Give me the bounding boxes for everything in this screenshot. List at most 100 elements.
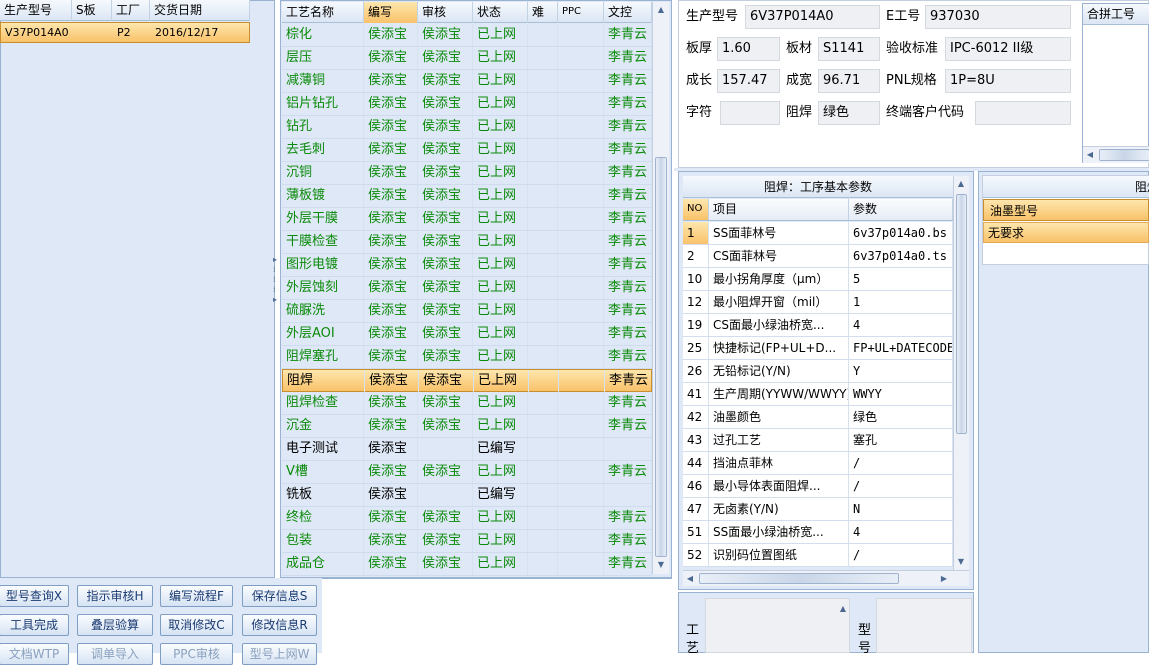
action-button[interactable]: 取消修改C	[160, 614, 233, 636]
length-field[interactable]: 157.47	[717, 69, 780, 93]
process-textarea[interactable]	[705, 598, 850, 653]
action-button[interactable]: 保存信息S	[242, 585, 317, 607]
col-ppc[interactable]: PPC	[558, 2, 604, 23]
col-delivery-date[interactable]: 交货日期	[150, 0, 250, 21]
model-row[interactable]: V37P014A0 P2 2016/12/17	[0, 22, 250, 43]
process-row[interactable]: 硫脲洗 侯添宝 侯添宝 已上网 李青云	[282, 300, 652, 323]
col-s-board[interactable]: S板	[72, 0, 112, 21]
col-process-name[interactable]: 工艺名称	[282, 2, 364, 23]
process-row[interactable]: 减薄铜 侯添宝 侯添宝 已上网 李青云	[282, 70, 652, 93]
col-status[interactable]: 状态	[473, 2, 528, 23]
action-button[interactable]: 文档WTP	[0, 643, 69, 665]
params-vscroll[interactable]: ▲ ▼	[953, 176, 969, 571]
process-row[interactable]: 沉金 侯添宝 侯添宝 已上网 李青云	[282, 415, 652, 438]
param-row[interactable]: 10 最小拐角厚度（μm） 5	[683, 268, 953, 291]
model-textarea[interactable]	[876, 598, 972, 653]
action-button[interactable]: 编写流程F	[160, 585, 233, 607]
process-row[interactable]: 铝片钻孔 侯添宝 侯添宝 已上网 李青云	[282, 93, 652, 116]
combined-hscroll[interactable]: ◀	[1083, 146, 1149, 163]
process-row[interactable]: 干膜检查 侯添宝 侯添宝 已上网 李青云	[282, 231, 652, 254]
params-vscroll-thumb[interactable]	[956, 194, 967, 434]
action-button[interactable]: 型号上网W	[242, 643, 317, 665]
param-row[interactable]: 43 过孔工艺 塞孔	[683, 429, 953, 452]
process-row[interactable]: 终检 侯添宝 侯添宝 已上网 李青云	[282, 507, 652, 530]
col-writer[interactable]: 编写	[364, 2, 418, 23]
param-row[interactable]: 2 CS面菲林号 6v37p014a0.ts	[683, 245, 953, 268]
scroll-up-icon[interactable]: ▲	[954, 179, 968, 188]
param-row[interactable]: 1 SS面菲林号 6v37p014a0.bs	[683, 222, 953, 245]
splitter-handle[interactable]: ▸ ⁞ ⁞ ⁞ ▸	[273, 255, 279, 325]
thickness-field[interactable]: 1.60	[717, 37, 780, 61]
process-row[interactable]: 钻孔 侯添宝 侯添宝 已上网 李青云	[282, 116, 652, 139]
param-row[interactable]: 52 识别码位置图纸 /	[683, 544, 953, 567]
scroll-up-icon[interactable]: ▲	[654, 5, 668, 14]
col-value[interactable]: 参数	[849, 199, 953, 220]
action-button[interactable]: 修改信息R	[242, 614, 317, 636]
param-row[interactable]: 12 最小阻焊开窗（mil） 1	[683, 291, 953, 314]
col-difficulty[interactable]: 难	[528, 2, 558, 23]
param-row[interactable]: 26 无铅标记(Y/N) Y	[683, 360, 953, 383]
params-hscroll[interactable]: ◀ ▶	[683, 570, 969, 586]
width-field[interactable]: 96.71	[818, 69, 880, 93]
action-button[interactable]: 叠层验算	[77, 614, 153, 636]
process-row[interactable]: 阻焊 侯添宝 侯添宝 已上网 李青云	[282, 369, 653, 392]
ink-type-row[interactable]: 无要求	[983, 222, 1149, 243]
process-row[interactable]: 图形电镀 侯添宝 侯添宝 已上网 李青云	[282, 254, 652, 277]
char-field[interactable]	[720, 101, 780, 125]
param-row[interactable]: 25 快捷标记(FP+UL+D... FP+UL+DATECODE	[683, 337, 953, 360]
col-reviewer[interactable]: 审核	[418, 2, 473, 23]
action-button[interactable]: 调单导入	[77, 643, 153, 665]
param-row[interactable]: 41 生产周期(YYWW/WWYY) WWYY	[683, 383, 953, 406]
pnl-field[interactable]: 1P=8U	[945, 69, 1071, 93]
process-row[interactable]: 层压 侯添宝 侯添宝 已上网 李青云	[282, 47, 652, 70]
process-row[interactable]: 沉铜 侯添宝 侯添宝 已上网 李青云	[282, 162, 652, 185]
param-row[interactable]: 44 挡油点菲林 /	[683, 452, 953, 475]
process-row[interactable]: V槽 侯添宝 侯添宝 已上网 李青云	[282, 461, 652, 484]
ink-type-header[interactable]: 油墨型号	[983, 199, 1149, 221]
scroll-right-icon[interactable]: ▶	[937, 574, 951, 583]
col-production-model[interactable]: 生产型号	[0, 0, 72, 21]
process-row[interactable]: 薄板镀 侯添宝 侯添宝 已上网 李青云	[282, 185, 652, 208]
scroll-left-icon[interactable]: ◀	[1083, 150, 1097, 159]
col-no[interactable]: NO	[683, 199, 709, 220]
scroll-up-icon[interactable]: ▲	[836, 604, 850, 613]
scroll-down-icon[interactable]: ▼	[654, 560, 668, 569]
prod-model-field[interactable]: 6V37P014A0	[745, 5, 880, 29]
process-row[interactable]: 去毛刺 侯添宝 侯添宝 已上网 李青云	[282, 139, 652, 162]
process-row[interactable]: 包装 侯添宝 侯添宝 已上网 李青云	[282, 530, 652, 553]
param-row[interactable]: 51 SS面最小绿油桥宽... 4	[683, 521, 953, 544]
process-row[interactable]: 外层AOI 侯添宝 侯添宝 已上网 李青云	[282, 323, 652, 346]
process-row[interactable]: 阻焊检查 侯添宝 侯添宝 已上网 李青云	[282, 392, 652, 415]
end-customer-field[interactable]	[975, 101, 1071, 125]
process-row[interactable]: 外层蚀刻 侯添宝 侯添宝 已上网 李青云	[282, 277, 652, 300]
param-row[interactable]: 47 无卤素(Y/N) N	[683, 498, 953, 521]
action-button[interactable]: 型号查询X	[0, 585, 69, 607]
process-row[interactable]: 铣板 侯添宝 已编写	[282, 484, 652, 507]
scroll-thumb[interactable]	[655, 157, 667, 557]
standard-field[interactable]: IPC-6012 II级	[945, 37, 1071, 61]
e-no-field[interactable]: 937030	[925, 5, 1071, 29]
process-grid-scrollbar[interactable]: ▲ ▼	[652, 2, 669, 574]
param-row[interactable]: 42 油墨颜色 绿色	[683, 406, 953, 429]
action-button[interactable]: 指示审核H	[77, 585, 153, 607]
scroll-left-icon[interactable]: ◀	[683, 574, 697, 583]
process-row[interactable]: 外层干膜 侯添宝 侯添宝 已上网 李青云	[282, 208, 652, 231]
process-row[interactable]: 阻焊塞孔 侯添宝 侯添宝 已上网 李青云	[282, 346, 652, 369]
col-factory[interactable]: 工厂	[112, 0, 150, 21]
process-row[interactable]: 成品仓 侯添宝 侯添宝 已上网 李青云	[282, 553, 652, 576]
param-row[interactable]: 19 CS面最小绿油桥宽... 4	[683, 314, 953, 337]
params-hscroll-thumb[interactable]	[699, 573, 899, 584]
col-combined-no[interactable]: 合拼工号	[1083, 4, 1149, 25]
action-button[interactable]: 工具完成	[0, 614, 69, 636]
process-row[interactable]: 棕化 侯添宝 侯添宝 已上网 李青云	[282, 24, 652, 47]
param-row[interactable]: 46 最小导体表面阻焊... /	[683, 475, 953, 498]
material-field[interactable]: S1141	[818, 37, 880, 61]
hscroll-thumb[interactable]	[1099, 149, 1149, 161]
action-button[interactable]: PPC审核	[160, 643, 233, 665]
mask-field[interactable]: 绿色	[818, 101, 880, 125]
col-item[interactable]: 项目	[709, 199, 849, 220]
process-cell-name: 外层AOI	[282, 323, 364, 345]
scroll-down-icon[interactable]: ▼	[954, 557, 968, 566]
process-row[interactable]: 电子测试 侯添宝 已编写	[282, 438, 652, 461]
col-doc-control[interactable]: 文控	[604, 2, 652, 23]
